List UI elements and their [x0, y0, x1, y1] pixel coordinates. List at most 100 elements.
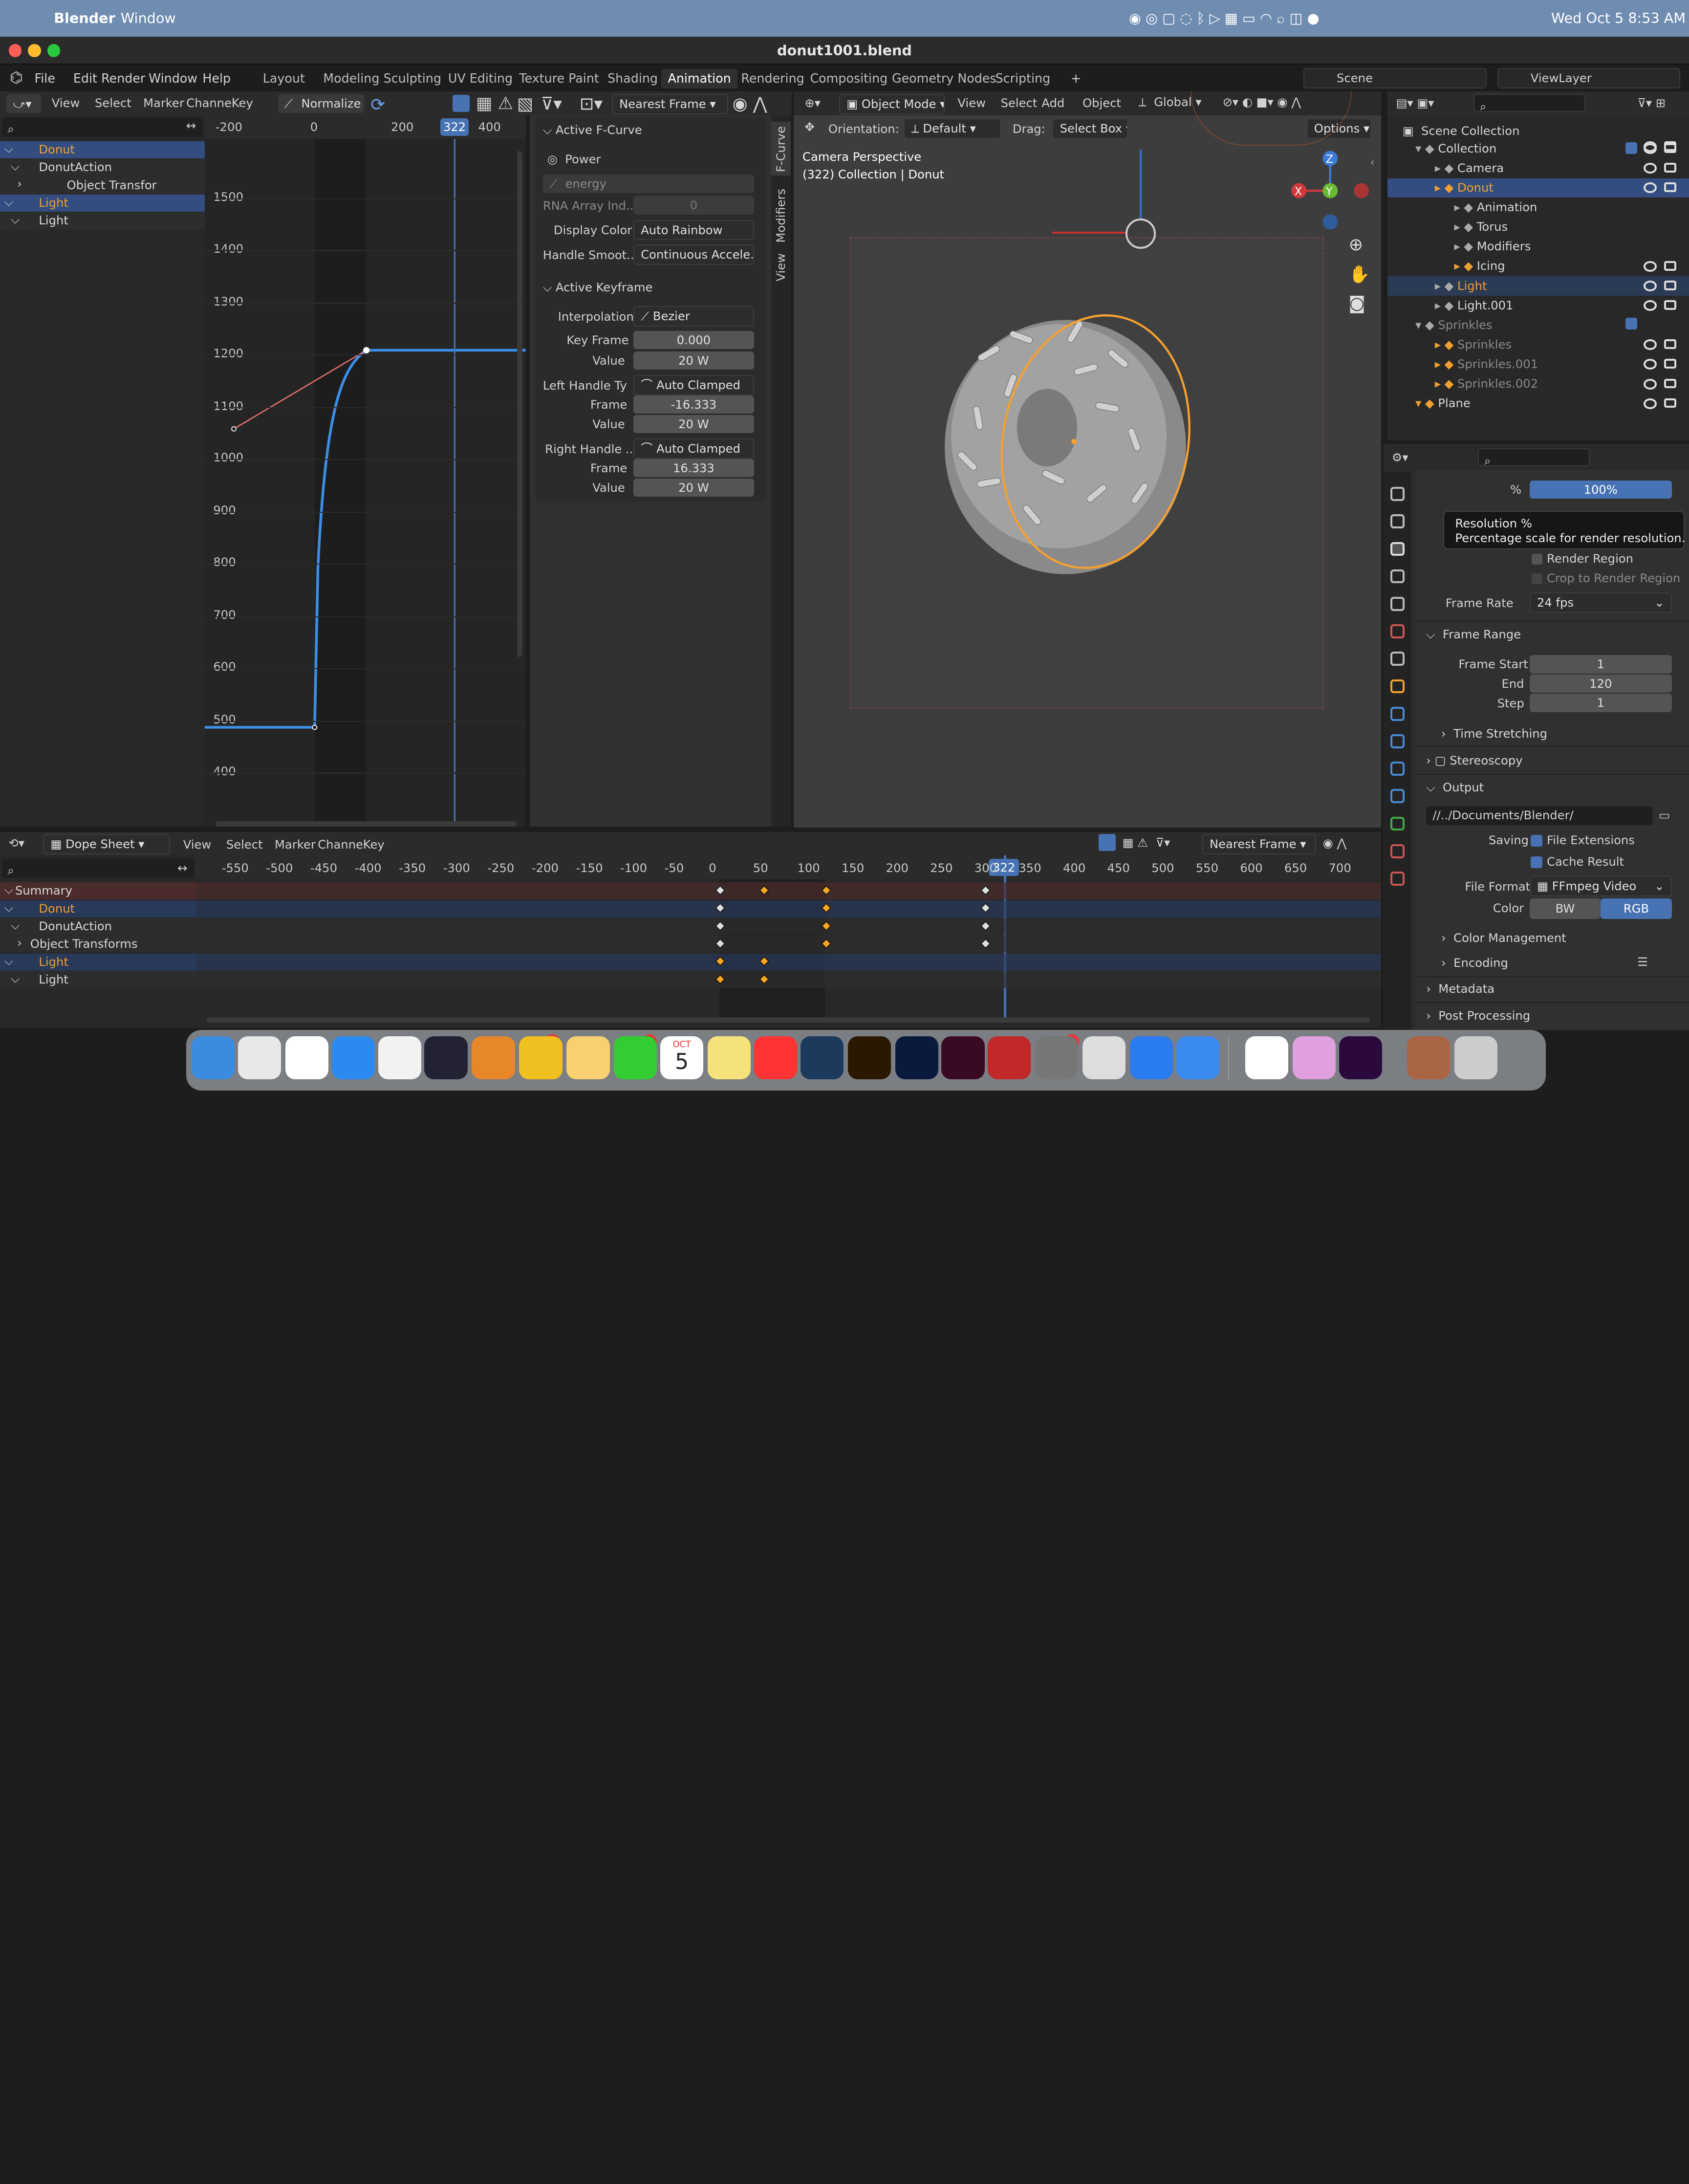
tab-sculpting[interactable]: Sculpting	[377, 69, 448, 88]
keyframe-handle-line[interactable]	[233, 349, 367, 430]
wunderbucket-icon[interactable]	[1245, 1036, 1289, 1080]
crop-checkbox[interactable]	[1532, 573, 1543, 584]
color-bw-button[interactable]: BW	[1529, 898, 1601, 919]
creative-cloud-icon[interactable]	[1292, 1036, 1336, 1080]
collection-checkbox[interactable]	[1625, 142, 1638, 154]
keyframe-point[interactable]	[312, 724, 318, 730]
tab-modifiers[interactable]: Modifiers	[774, 189, 788, 243]
right-frame-field[interactable]: 16.333	[633, 459, 754, 478]
world-icon[interactable]	[1390, 624, 1405, 638]
physics-icon[interactable]	[1390, 762, 1405, 776]
auto-snap-icon[interactable]: ▧	[517, 94, 533, 114]
color-rgb-button[interactable]: RGB	[1601, 898, 1672, 919]
visibility-eye-icon[interactable]	[1644, 141, 1657, 152]
expand-arrow-icon[interactable]: ›	[17, 176, 22, 191]
properties-type-icon[interactable]: ⚙▾	[1392, 450, 1408, 464]
fcurve-line[interactable]	[204, 349, 526, 729]
resolution-pct-field[interactable]: 100%	[1529, 480, 1672, 499]
active-keyframe-point[interactable]	[363, 347, 369, 353]
render-camera-icon[interactable]	[1664, 359, 1676, 369]
viewlayer-icon[interactable]	[1390, 569, 1405, 584]
tab-compositing[interactable]: Compositing	[803, 69, 894, 88]
frame-rate-dropdown[interactable]: 24 fps ⌄	[1529, 592, 1672, 613]
list-icon[interactable]: ☰	[1637, 955, 1648, 969]
refresh-icon[interactable]: ⟳	[370, 95, 385, 115]
current-frame-indicator[interactable]: 322	[440, 118, 469, 136]
ds-select-tools[interactable]: ▦ ⚠ ⊽▾	[1099, 833, 1170, 852]
premiere-icon[interactable]	[1339, 1036, 1382, 1080]
graph-menu-channel[interactable]: Channel	[186, 96, 235, 110]
active-keyframe-header[interactable]: ⌵ Active Keyframe	[543, 280, 653, 294]
object-icon[interactable]	[1390, 679, 1405, 694]
ds-snap-dropdown[interactable]: Nearest Frame ▾	[1202, 833, 1317, 854]
outliner-item[interactable]: ▸ ◆ Torus	[1454, 219, 1508, 239]
graph-channel-row[interactable]: Light ⌵	[0, 212, 205, 230]
system-settings-icon[interactable]	[1035, 1036, 1079, 1080]
menu-edit[interactable]: Edit	[73, 71, 97, 86]
channel-search[interactable]: ⌕ ↔	[2, 117, 203, 137]
visibility-eye-icon[interactable]	[1644, 359, 1657, 370]
normalize-toggle[interactable]: ⟋ Normalize	[278, 93, 364, 113]
graph-channel-row[interactable]: DonutAction ⌵	[0, 159, 205, 176]
keynote-icon[interactable]	[1176, 1036, 1219, 1080]
outliner-item[interactable]: ▾ ◆ Sprinkles	[1415, 318, 1492, 337]
viewport-menu-view[interactable]: View	[957, 96, 986, 110]
visibility-eye-icon[interactable]	[1644, 339, 1657, 350]
display-color-dropdown[interactable]: Auto Rainbow	[633, 219, 754, 240]
outliner-item[interactable]: ▸ ◆ Modifiers	[1454, 239, 1531, 259]
visibility-eye-icon[interactable]	[1644, 398, 1657, 409]
graph-vscrollbar[interactable]	[517, 151, 522, 657]
outliner-item[interactable]: ▾ ◆ Plane	[1415, 396, 1471, 415]
tab-modeling[interactable]: Modeling	[317, 69, 386, 88]
viewlayer-selector[interactable]: ViewLayer	[1497, 67, 1681, 88]
graph-channel-row[interactable]: Object Transfor ›	[0, 176, 205, 194]
value-field[interactable]: 20 W	[633, 351, 754, 370]
tab-fcurve[interactable]: F-Curve	[774, 126, 788, 172]
output-icon[interactable]	[1390, 542, 1405, 556]
tab-view[interactable]: View	[774, 253, 788, 282]
ds-menu-marker[interactable]: Marker	[275, 837, 316, 852]
ds-proportional-icon[interactable]: ◉ ⋀	[1323, 836, 1347, 850]
preview-icon[interactable]	[1083, 1036, 1126, 1080]
ds-channel-row[interactable]: ⌵ Light	[0, 971, 196, 989]
ds-channel-row[interactable]: ⌵ Donut	[0, 900, 196, 917]
stereoscopy-header[interactable]: › ▢ Stereoscopy	[1426, 753, 1522, 767]
expand-arrow-icon[interactable]: ›	[17, 936, 22, 950]
left-handle-dropdown[interactable]: ⌒ Auto Clamped	[633, 375, 754, 395]
frame-end-field[interactable]: 120	[1529, 674, 1672, 693]
talk-icon[interactable]	[519, 1036, 563, 1080]
visibility-eye-icon[interactable]	[1644, 280, 1657, 291]
particles-icon[interactable]	[1390, 734, 1405, 748]
add-workspace-icon[interactable]: +	[1071, 71, 1081, 86]
folder-icon[interactable]: ▭	[1659, 808, 1670, 822]
quicktime-icon[interactable]	[424, 1036, 468, 1080]
photoshop-icon[interactable]	[895, 1036, 938, 1080]
chrome-icon[interactable]	[378, 1036, 421, 1080]
keyframe-field[interactable]: 0.000	[633, 330, 754, 349]
graph-channel-row[interactable]: Light ⌵	[0, 194, 205, 212]
scene-selector[interactable]: Scene	[1303, 67, 1487, 88]
handle-smooth-dropdown[interactable]: Continuous Accele...	[633, 244, 754, 265]
file-format-dropdown[interactable]: ▦ FFmpeg Video ⌄	[1529, 875, 1672, 896]
expand-arrow-icon[interactable]: ⌵	[4, 141, 13, 155]
messages-icon[interactable]	[614, 1036, 657, 1080]
output-header[interactable]: ⌵ Output	[1426, 780, 1484, 794]
pan-icon[interactable]: ✋	[1349, 264, 1370, 284]
ds-channel-row[interactable]: ⌵ Light	[0, 953, 196, 971]
graph-menu-view[interactable]: View	[52, 96, 80, 110]
render-camera-icon[interactable]	[1664, 339, 1676, 349]
cache-result-checkbox[interactable]	[1530, 856, 1543, 869]
ds-channel-row[interactable]: ⌵ DonutAction	[0, 917, 196, 936]
ds-menu-select[interactable]: Select	[226, 837, 263, 852]
orientation-dropdown[interactable]: ⟂ Default ▾	[904, 118, 1001, 139]
dopesheet-mode-dropdown[interactable]: ▦ Dope Sheet ▾	[43, 833, 171, 854]
tab-scripting[interactable]: Scripting	[989, 69, 1057, 88]
outliner-item[interactable]: ▸ ◆ Sprinkles	[1435, 337, 1512, 357]
ds-timeline[interactable]: 322 -550 -500 -450 -400 -350 -300 -250 -200 -150…	[196, 855, 1381, 1028]
light-gizmo[interactable]	[1126, 218, 1156, 249]
tab-shading[interactable]: Shading	[601, 69, 664, 88]
collapse-sidebar-icon[interactable]: ‹	[1370, 156, 1375, 169]
camera-view-icon[interactable]: ◙	[1349, 293, 1365, 313]
viewport-menu-object[interactable]: Object	[1083, 96, 1121, 110]
status-icons[interactable]: ◉ ◎ ▢ ◌ ᛒ ▷ ▦ ▭ ︎◠ ⌕ ◫ ●	[1129, 10, 1320, 26]
